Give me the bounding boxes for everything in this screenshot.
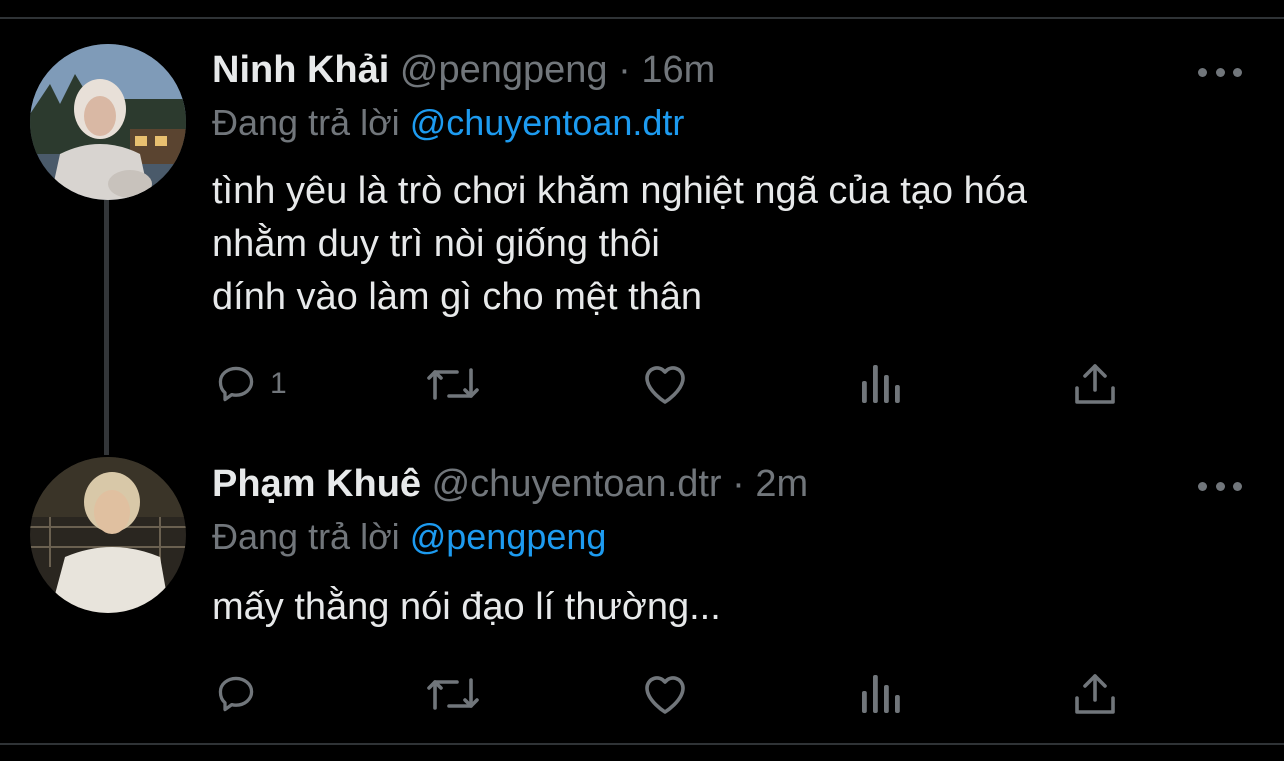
reply-button[interactable] [214, 672, 270, 716]
like-icon [645, 676, 685, 714]
user-handle[interactable]: @chuyentoan.dtr [432, 463, 722, 505]
timestamp[interactable]: 2m [755, 463, 808, 505]
tweet-text: mấy thằng nói đạo lí thường... [212, 581, 721, 634]
tweet-header: Phạm Khuê @chuyentoan.dtr · 2m [212, 462, 808, 506]
replying-to: Đang trả lời @pengpeng [212, 515, 606, 559]
share-icon [1075, 674, 1115, 714]
analytics-button[interactable] [860, 675, 902, 713]
replying-prefix: Đang trả lời [212, 516, 400, 557]
analytics-icon [862, 675, 900, 713]
bottom-divider [0, 743, 1284, 745]
display-name[interactable]: Phạm Khuê [212, 463, 421, 505]
tweet-text-line: mấy thằng nói đạo lí thường... [212, 586, 721, 628]
avatar[interactable] [30, 457, 186, 613]
retweet-icon [427, 678, 479, 710]
share-button[interactable] [1073, 672, 1117, 716]
retweet-button[interactable] [425, 672, 481, 716]
mention-link[interactable]: @pengpeng [410, 516, 607, 557]
reply-icon [218, 676, 254, 712]
more-icon[interactable] [1198, 476, 1242, 496]
separator-dot: · [732, 463, 745, 505]
tweet-2[interactable]: Phạm Khuê @chuyentoan.dtr · 2m Đang trả … [0, 0, 1284, 761]
like-button[interactable] [641, 672, 689, 716]
